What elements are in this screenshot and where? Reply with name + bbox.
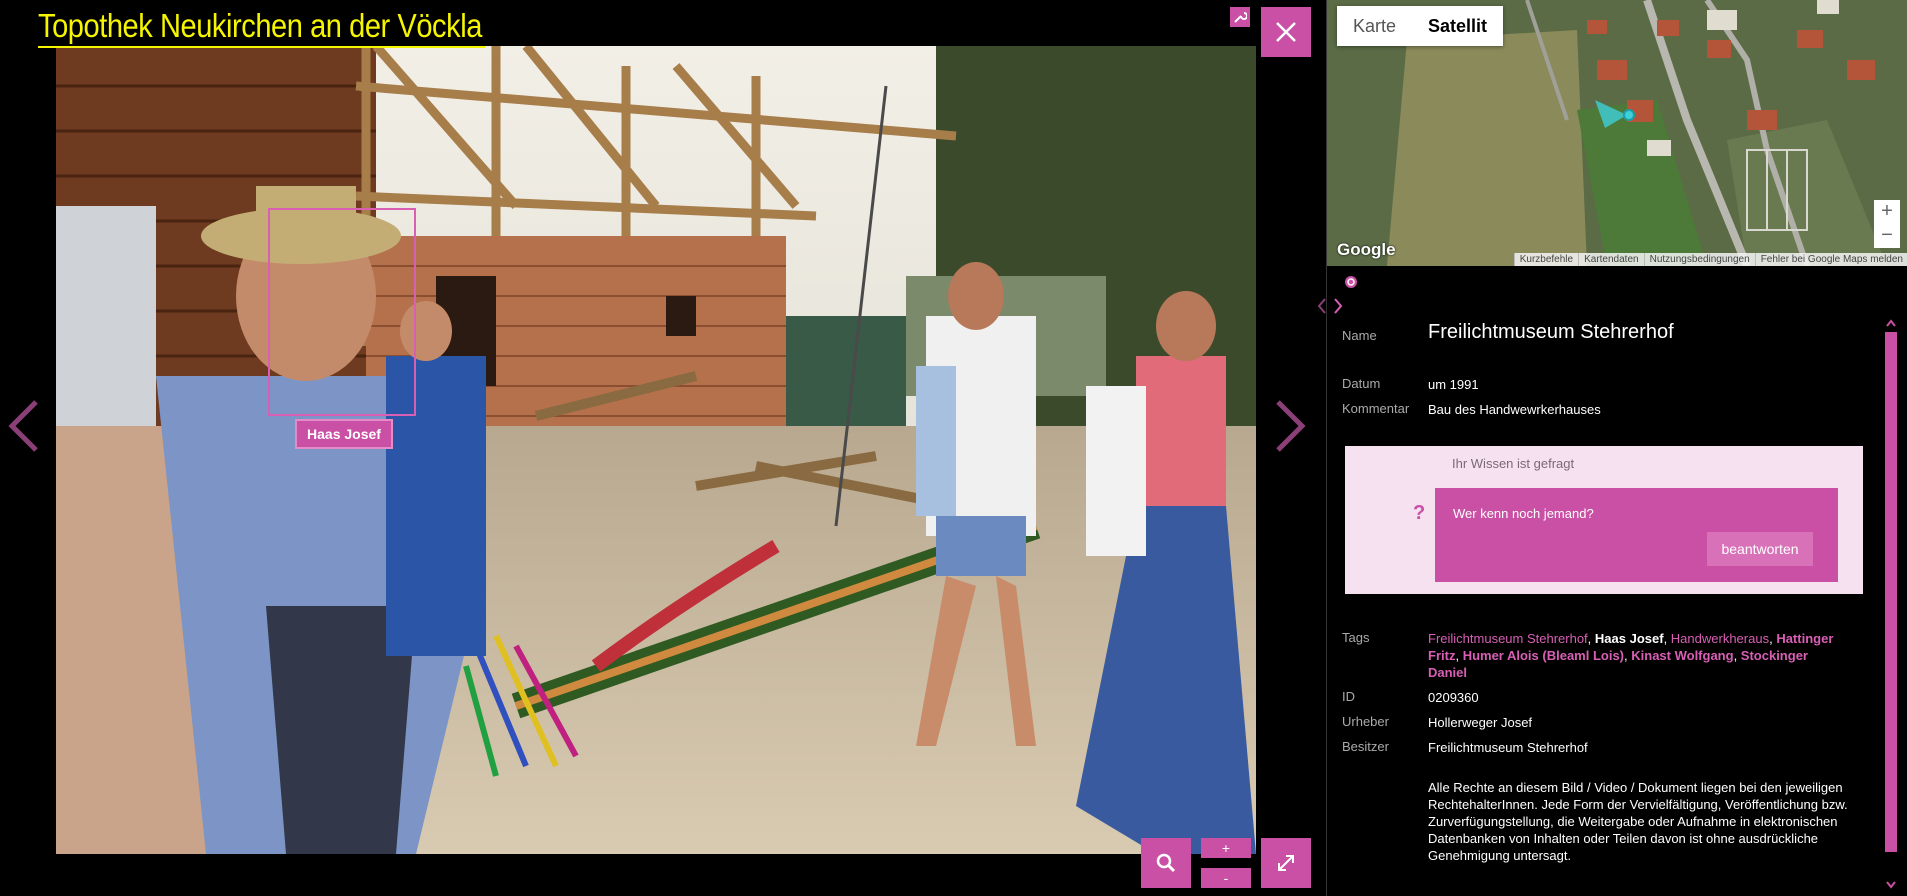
map-type-toggle: Karte Satellit — [1337, 6, 1504, 46]
chevron-up-icon — [1886, 319, 1896, 327]
photo[interactable]: Haas Josef — [56, 46, 1256, 854]
map-link-report[interactable]: Fehler bei Google Maps melden — [1754, 253, 1907, 266]
map-zoom-out-button[interactable]: − — [1874, 224, 1900, 248]
name-label: Name — [1342, 328, 1377, 343]
tag-humer-alois[interactable]: Humer Alois (Bleaml Lois) — [1463, 648, 1624, 663]
person-tag-haas-josef[interactable]: Haas Josef — [297, 421, 391, 447]
tags-list: Freilichtmuseum Stehrerhof, Haas Josef, … — [1428, 631, 1834, 680]
map-link-shortcuts[interactable]: Kurzbefehle — [1513, 253, 1578, 266]
previous-image-button[interactable] — [6, 398, 42, 454]
scroll-thumb[interactable] — [1885, 332, 1897, 852]
chevron-left-icon — [1317, 298, 1326, 314]
tags-label: Tags — [1342, 630, 1370, 645]
rights-text: Alle Rechte an diesem Bild / Video / Dok… — [1428, 780, 1848, 863]
panel-toggle-arrows[interactable] — [1315, 296, 1345, 316]
image-viewer: Haas Josef Topothek Neukirchen an der Vö… — [0, 0, 1326, 896]
tag-haas-josef[interactable]: Haas Josef — [1595, 631, 1664, 646]
chevron-right-icon — [1276, 400, 1306, 452]
author-label: Urheber — [1342, 714, 1389, 729]
search-icon — [1156, 853, 1176, 873]
fullscreen-button[interactable] — [1261, 838, 1311, 888]
fullscreen-icon — [1278, 855, 1294, 871]
date-row: Datum um 1991 — [1342, 376, 1848, 393]
comment-label: Kommentar — [1342, 401, 1410, 416]
next-image-button[interactable] — [1272, 398, 1308, 454]
owner-row: Besitzer Freilichtmuseum Stehrerhof — [1342, 739, 1848, 756]
id-row: ID 0209360 — [1342, 689, 1848, 706]
document-details: Name Freilichtmuseum Stehrerhof Datum um… — [1327, 316, 1877, 896]
magnify-button[interactable] — [1141, 838, 1191, 888]
name-value: Freilichtmuseum Stehrerhof — [1428, 321, 1674, 343]
site-title[interactable]: Topothek Neukirchen an der Vöckla — [38, 6, 486, 48]
locate-icon[interactable] — [1344, 275, 1358, 289]
google-logo: Google — [1337, 240, 1396, 259]
close-button[interactable] — [1261, 7, 1311, 57]
question-title: Ihr Wissen ist gefragt — [1452, 456, 1575, 471]
id-value: 0209360 — [1428, 690, 1479, 705]
map-attribution: Kurzbefehle Kartendaten Nutzungsbedingun… — [1513, 253, 1907, 266]
chevron-down-icon — [1886, 881, 1896, 889]
name-row: Name Freilichtmuseum Stehrerhof — [1342, 321, 1848, 343]
author-row: Urheber Hollerweger Josef — [1342, 714, 1848, 731]
info-panel: Karte Satellit + − Google Kurzbefehle Ka… — [1317, 0, 1907, 896]
comment-row: Kommentar Bau des Handwewrkerhauses — [1342, 401, 1848, 418]
tags-row: Tags Freilichtmuseum Stehrerhof, Haas Jo… — [1342, 630, 1838, 681]
map-type-karte[interactable]: Karte — [1337, 6, 1412, 46]
rights-row: Alle Rechte an diesem Bild / Video / Dok… — [1342, 779, 1848, 864]
edit-tool-button[interactable] — [1230, 7, 1250, 27]
date-label: Datum — [1342, 376, 1381, 391]
id-label: ID — [1342, 689, 1355, 704]
owner-value: Freilichtmuseum Stehrerhof — [1428, 740, 1588, 755]
close-icon — [1276, 22, 1296, 42]
owner-label: Besitzer — [1342, 739, 1389, 754]
tag-freilichtmuseum-stehrerhof[interactable]: Freilichtmuseum Stehrerhof — [1428, 631, 1588, 646]
map-zoom-in-button[interactable]: + — [1874, 200, 1900, 224]
scroll-down-button[interactable] — [1883, 878, 1899, 892]
map-type-satellit[interactable]: Satellit — [1412, 6, 1503, 46]
chevron-left-icon — [8, 400, 38, 452]
chevron-right-icon — [1334, 298, 1343, 314]
details-scrollbar[interactable] — [1883, 316, 1899, 892]
photo-illustration — [56, 46, 1256, 854]
date-value: um 1991 — [1428, 377, 1479, 392]
answer-button[interactable]: beantworten — [1707, 532, 1813, 566]
map-link-terms[interactable]: Nutzungsbedingungen — [1643, 253, 1755, 266]
wrench-icon — [1234, 12, 1247, 23]
zoom-in-button[interactable]: + — [1201, 838, 1251, 858]
map-link-mapdata[interactable]: Kartendaten — [1578, 253, 1644, 266]
question-mark-icon: ? — [1413, 502, 1426, 524]
zoom-out-button[interactable]: - — [1201, 868, 1251, 888]
question-text: Wer kenn noch jemand? — [1453, 506, 1594, 521]
question-card: Wer kenn noch jemand? beantworten — [1435, 488, 1838, 582]
tag-kinast-wolfgang[interactable]: Kinast Wolfgang — [1631, 648, 1733, 663]
scroll-up-button[interactable] — [1883, 316, 1899, 330]
tag-handwerkheraus[interactable]: Handwerkheraus — [1671, 631, 1769, 646]
question-box: Ihr Wissen ist gefragt ? Wer kenn noch j… — [1345, 446, 1863, 594]
location-map[interactable]: Karte Satellit + − Google Kurzbefehle Ka… — [1327, 0, 1907, 266]
map-zoom-control: + − — [1874, 200, 1900, 248]
comment-value: Bau des Handwewrkerhauses — [1428, 402, 1601, 417]
author-value: Hollerweger Josef — [1428, 715, 1533, 730]
person-face-box[interactable] — [268, 208, 416, 416]
